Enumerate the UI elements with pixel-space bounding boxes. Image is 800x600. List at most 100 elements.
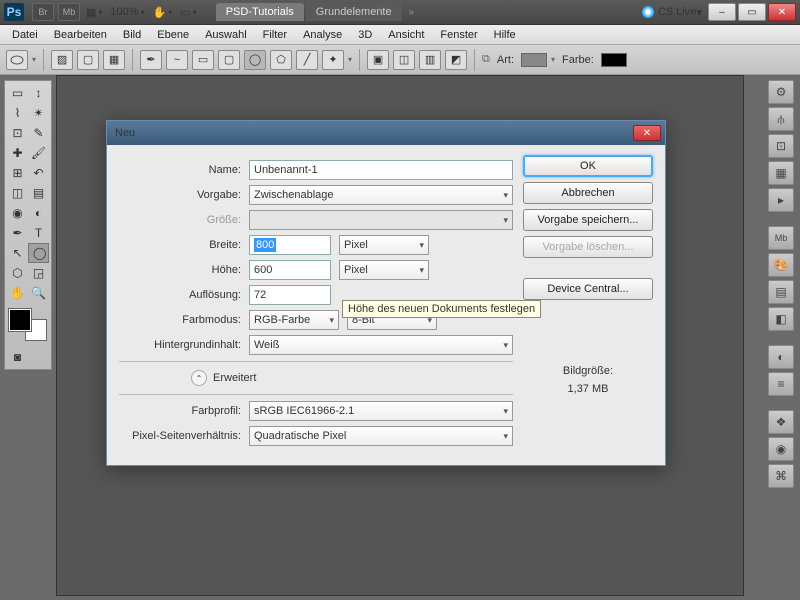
dock-color-icon[interactable]: 🎨: [768, 253, 794, 277]
tool-3d[interactable]: ⬡: [7, 263, 28, 283]
opt-line-icon[interactable]: ╱: [296, 50, 318, 70]
hoehe-input[interactable]: [249, 260, 331, 280]
opt-polygon-icon[interactable]: ⬠: [270, 50, 292, 70]
opt-combine1[interactable]: ▣: [367, 50, 389, 70]
pixelsv-select[interactable]: Quadratische Pixel▾: [249, 426, 513, 446]
opt-combine4[interactable]: ◩: [445, 50, 467, 70]
farbmodus-select[interactable]: RGB-Farbe▾: [249, 310, 339, 330]
zoom-dropdown[interactable]: 100%▾: [110, 6, 144, 18]
tool-gradient[interactable]: ▤: [28, 183, 49, 203]
bridge-icon[interactable]: Br: [32, 3, 54, 21]
erweitert-toggle[interactable]: ⌃Erweitert: [191, 370, 513, 386]
name-input[interactable]: [249, 160, 513, 180]
dock-swatches-icon[interactable]: ▤: [768, 280, 794, 304]
tool-dodge[interactable]: ◐: [28, 203, 49, 223]
tool-eyedropper[interactable]: ✎: [28, 123, 49, 143]
hoehe-unit-select[interactable]: Pixel▾: [339, 260, 429, 280]
menu-ebene[interactable]: Ebene: [149, 27, 197, 43]
tool-path[interactable]: ↖: [7, 243, 28, 263]
dock-nav-icon[interactable]: ▦: [768, 161, 794, 185]
menu-auswahl[interactable]: Auswahl: [197, 27, 255, 43]
tool-zoom[interactable]: 🔍: [28, 283, 49, 303]
vorgabe-select[interactable]: Zwischenablage▾: [249, 185, 513, 205]
tool-type[interactable]: T: [28, 223, 49, 243]
opt-pen-icon[interactable]: ✒: [140, 50, 162, 70]
dock-adjustments-icon[interactable]: ⚙: [768, 80, 794, 104]
tool-crop[interactable]: ⊡: [7, 123, 28, 143]
menu-3d[interactable]: 3D: [350, 27, 380, 43]
opt-farbe-swatch[interactable]: [601, 53, 627, 67]
breite-input[interactable]: 800: [249, 235, 331, 255]
dialog-close-button[interactable]: ✕: [633, 125, 661, 141]
tool-quickmask[interactable]: ◙: [7, 347, 28, 367]
dock-actions-icon[interactable]: ▸: [768, 188, 794, 212]
opt-rect-icon[interactable]: ▭: [192, 50, 214, 70]
minibridge-icon[interactable]: Mb: [58, 3, 80, 21]
tool-history[interactable]: ↶: [28, 163, 49, 183]
cancel-button[interactable]: Abbrechen: [523, 182, 653, 204]
dock-adjust2-icon[interactable]: ≡: [768, 372, 794, 396]
tool-eraser[interactable]: ◫: [7, 183, 28, 203]
opt-tool-preset[interactable]: [6, 50, 28, 70]
menu-datei[interactable]: Datei: [4, 27, 46, 43]
dock-styles-icon[interactable]: ◧: [768, 307, 794, 331]
workspace-tab-grundelemente[interactable]: Grundelemente: [306, 3, 402, 21]
tool-3d-cam[interactable]: ◲: [28, 263, 49, 283]
tool-pen[interactable]: ✒: [7, 223, 28, 243]
workspace-tab-psd-tutorials[interactable]: PSD-Tutorials: [216, 3, 304, 21]
opt-ellipse-icon[interactable]: ◯: [244, 50, 266, 70]
cs-live-button[interactable]: CS Live▾: [642, 6, 702, 19]
tool-shape-ellipse[interactable]: ◯: [28, 243, 49, 263]
opt-roundrect-icon[interactable]: ▢: [218, 50, 240, 70]
dock-paths-icon[interactable]: ⌘: [768, 464, 794, 488]
opt-fill-pixels[interactable]: ▦: [103, 50, 125, 70]
tool-wand[interactable]: ✴: [28, 103, 49, 123]
menu-analyse[interactable]: Analyse: [295, 27, 350, 43]
tool-stamp[interactable]: ⊞: [7, 163, 28, 183]
save-preset-button[interactable]: Vorgabe speichern...: [523, 209, 653, 231]
dock-minibridge-icon[interactable]: Mb: [768, 226, 794, 250]
opt-art-swatch[interactable]: [521, 53, 547, 67]
menu-fenster[interactable]: Fenster: [432, 27, 485, 43]
tool-move[interactable]: ▭: [7, 83, 28, 103]
ok-button[interactable]: OK: [523, 155, 653, 177]
opt-custom-icon[interactable]: ✦: [322, 50, 344, 70]
dock-channels-icon[interactable]: ◉: [768, 437, 794, 461]
tool-move-arrow[interactable]: ↕: [28, 83, 49, 103]
device-central-button[interactable]: Device Central...: [523, 278, 653, 300]
tool-hand[interactable]: ✋: [7, 283, 28, 303]
tool-lasso[interactable]: ⌇: [7, 103, 28, 123]
menu-bearbeiten[interactable]: Bearbeiten: [46, 27, 115, 43]
tool-blur[interactable]: ◉: [7, 203, 28, 223]
tool-heal[interactable]: ✚: [7, 143, 28, 163]
maximize-button[interactable]: ▭: [738, 3, 766, 21]
menu-filter[interactable]: Filter: [255, 27, 295, 43]
dialog-titlebar[interactable]: Neu ✕: [107, 121, 665, 145]
hand-dropdown[interactable]: ✋▾: [153, 6, 173, 19]
screen-mode-dropdown[interactable]: ▭▾: [180, 6, 196, 19]
foreground-background-colors[interactable]: [7, 307, 49, 343]
opt-shape-layers[interactable]: ▨: [51, 50, 73, 70]
workspace-more-icon[interactable]: »: [409, 7, 415, 18]
hg-select[interactable]: Weiß▾: [249, 335, 513, 355]
breite-unit-select[interactable]: Pixel▾: [339, 235, 429, 255]
tool-brush[interactable]: 🖌: [28, 143, 49, 163]
menu-hilfe[interactable]: Hilfe: [486, 27, 524, 43]
opt-link-icon[interactable]: ⧉: [482, 53, 490, 66]
view-extras-dropdown[interactable]: ▦▾: [86, 6, 102, 19]
menu-bild[interactable]: Bild: [115, 27, 149, 43]
dock-masks-icon[interactable]: ◐: [768, 345, 794, 369]
opt-combine3[interactable]: ▥: [419, 50, 441, 70]
opt-freeform-icon[interactable]: ~: [166, 50, 188, 70]
opt-paths[interactable]: ▢: [77, 50, 99, 70]
dock-clone-icon[interactable]: ⊡: [768, 134, 794, 158]
close-button[interactable]: ✕: [768, 3, 796, 21]
minimize-button[interactable]: –: [708, 3, 736, 21]
dock-layers-icon[interactable]: ❖: [768, 410, 794, 434]
menu-ansicht[interactable]: Ansicht: [380, 27, 432, 43]
dock-brush-icon[interactable]: ⫛: [768, 107, 794, 131]
farbprofil-select[interactable]: sRGB IEC61966-2.1▾: [249, 401, 513, 421]
opt-combine2[interactable]: ◫: [393, 50, 415, 70]
aufl-input[interactable]: [249, 285, 331, 305]
dialog-title: Neu: [111, 127, 633, 139]
